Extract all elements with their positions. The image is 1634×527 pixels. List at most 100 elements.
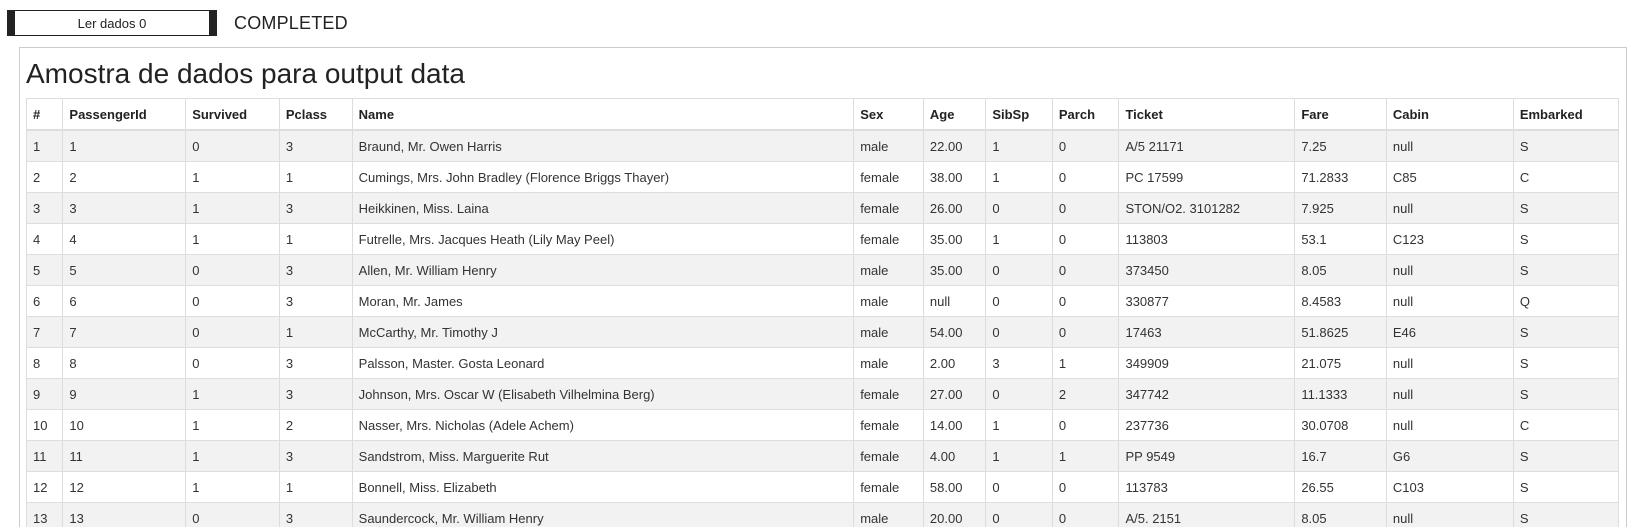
table-cell: 0 <box>186 130 280 162</box>
table-cell: 4.00 <box>923 441 985 472</box>
table-cell: female <box>854 379 924 410</box>
table-cell: Allen, Mr. William Henry <box>352 255 854 286</box>
table-cell: 9 <box>27 379 63 410</box>
table-cell: C103 <box>1386 472 1513 503</box>
table-cell: 3 <box>63 193 186 224</box>
table-cell: 1 <box>186 410 280 441</box>
table-cell: 0 <box>986 255 1053 286</box>
table-cell: S <box>1513 379 1618 410</box>
table-cell: S <box>1513 472 1618 503</box>
table-cell: 1 <box>63 130 186 162</box>
table-cell: Futrelle, Mrs. Jacques Heath (Lily May P… <box>352 224 854 255</box>
table-cell: 1 <box>1052 441 1119 472</box>
table-row: 8803Palsson, Master. Gosta Leonardmale2.… <box>27 348 1619 379</box>
table-cell: 35.00 <box>923 255 985 286</box>
table-cell: 3 <box>279 348 352 379</box>
table-cell: 1 <box>186 193 280 224</box>
data-table: #PassengerIdSurvivedPclassNameSexAgeSibS… <box>26 98 1619 527</box>
table-cell: 4 <box>27 224 63 255</box>
table-cell: A/5. 2151 <box>1119 503 1295 527</box>
table-cell: 6 <box>27 286 63 317</box>
table-cell: 8 <box>63 348 186 379</box>
table-row: 131303Saundercock, Mr. William Henrymale… <box>27 503 1619 527</box>
table-cell: 0 <box>186 348 280 379</box>
table-cell: 3 <box>279 441 352 472</box>
table-cell: 51.8625 <box>1295 317 1387 348</box>
table-cell: 2 <box>27 162 63 193</box>
column-header: Pclass <box>279 99 352 131</box>
table-cell: C123 <box>1386 224 1513 255</box>
table-cell: null <box>1386 379 1513 410</box>
table-cell: 14.00 <box>923 410 985 441</box>
column-header: Parch <box>1052 99 1119 131</box>
table-cell: 3 <box>279 130 352 162</box>
table-cell: S <box>1513 317 1618 348</box>
table-cell: 20.00 <box>923 503 985 527</box>
table-cell: null <box>1386 130 1513 162</box>
table-cell: 0 <box>1052 286 1119 317</box>
column-header: PassengerId <box>63 99 186 131</box>
table-cell: 10 <box>63 410 186 441</box>
column-header: Cabin <box>1386 99 1513 131</box>
table-row: 5503Allen, Mr. William Henrymale35.00003… <box>27 255 1619 286</box>
table-cell: 0 <box>186 503 280 527</box>
table-cell: 8.05 <box>1295 255 1387 286</box>
table-cell: 1 <box>279 162 352 193</box>
toolbar: Ler dados 0 COMPLETED <box>7 10 348 36</box>
table-row: 111113Sandstrom, Miss. Marguerite Rutfem… <box>27 441 1619 472</box>
table-cell: female <box>854 224 924 255</box>
table-cell: C85 <box>1386 162 1513 193</box>
table-cell: Heikkinen, Miss. Laina <box>352 193 854 224</box>
table-cell: 35.00 <box>923 224 985 255</box>
table-cell: 2 <box>63 162 186 193</box>
table-cell: null <box>923 286 985 317</box>
table-cell: 0 <box>1052 317 1119 348</box>
table-cell: E46 <box>1386 317 1513 348</box>
table-cell: McCarthy, Mr. Timothy J <box>352 317 854 348</box>
read-data-button[interactable]: Ler dados 0 <box>7 10 217 36</box>
table-cell: 330877 <box>1119 286 1295 317</box>
table-cell: 12 <box>27 472 63 503</box>
column-header: # <box>27 99 63 131</box>
table-cell: male <box>854 503 924 527</box>
table-cell: S <box>1513 503 1618 527</box>
status-text: COMPLETED <box>234 13 348 34</box>
column-header: SibSp <box>986 99 1053 131</box>
table-cell: female <box>854 441 924 472</box>
column-header: Embarked <box>1513 99 1618 131</box>
table-cell: 1 <box>279 472 352 503</box>
table-cell: S <box>1513 255 1618 286</box>
table-cell: 58.00 <box>923 472 985 503</box>
table-cell: 8.05 <box>1295 503 1387 527</box>
column-header: Sex <box>854 99 924 131</box>
table-row: 7701McCarthy, Mr. Timothy Jmale54.000017… <box>27 317 1619 348</box>
table-cell: 5 <box>63 255 186 286</box>
table-cell: 71.2833 <box>1295 162 1387 193</box>
table-cell: 1 <box>986 224 1053 255</box>
table-cell: 26.55 <box>1295 472 1387 503</box>
table-row: 2211Cumings, Mrs. John Bradley (Florence… <box>27 162 1619 193</box>
table-cell: 3 <box>986 348 1053 379</box>
table-cell: null <box>1386 503 1513 527</box>
table-cell: 6 <box>63 286 186 317</box>
table-cell: 0 <box>1052 410 1119 441</box>
table-cell: 9 <box>63 379 186 410</box>
table-cell: 0 <box>1052 130 1119 162</box>
table-cell: 21.075 <box>1295 348 1387 379</box>
table-cell: 0 <box>986 286 1053 317</box>
table-cell: C <box>1513 162 1618 193</box>
table-cell: 3 <box>279 379 352 410</box>
table-cell: 113803 <box>1119 224 1295 255</box>
table-cell: null <box>1386 348 1513 379</box>
table-cell: PC 17599 <box>1119 162 1295 193</box>
column-header: Name <box>352 99 854 131</box>
table-cell: STON/O2. 3101282 <box>1119 193 1295 224</box>
table-cell: 22.00 <box>923 130 985 162</box>
table-row: 6603Moran, Mr. Jamesmalenull003308778.45… <box>27 286 1619 317</box>
table-row: 3313Heikkinen, Miss. Lainafemale26.0000S… <box>27 193 1619 224</box>
table-cell: 27.00 <box>923 379 985 410</box>
table-cell: male <box>854 130 924 162</box>
table-cell: male <box>854 286 924 317</box>
table-cell: S <box>1513 193 1618 224</box>
table-cell: A/5 21171 <box>1119 130 1295 162</box>
